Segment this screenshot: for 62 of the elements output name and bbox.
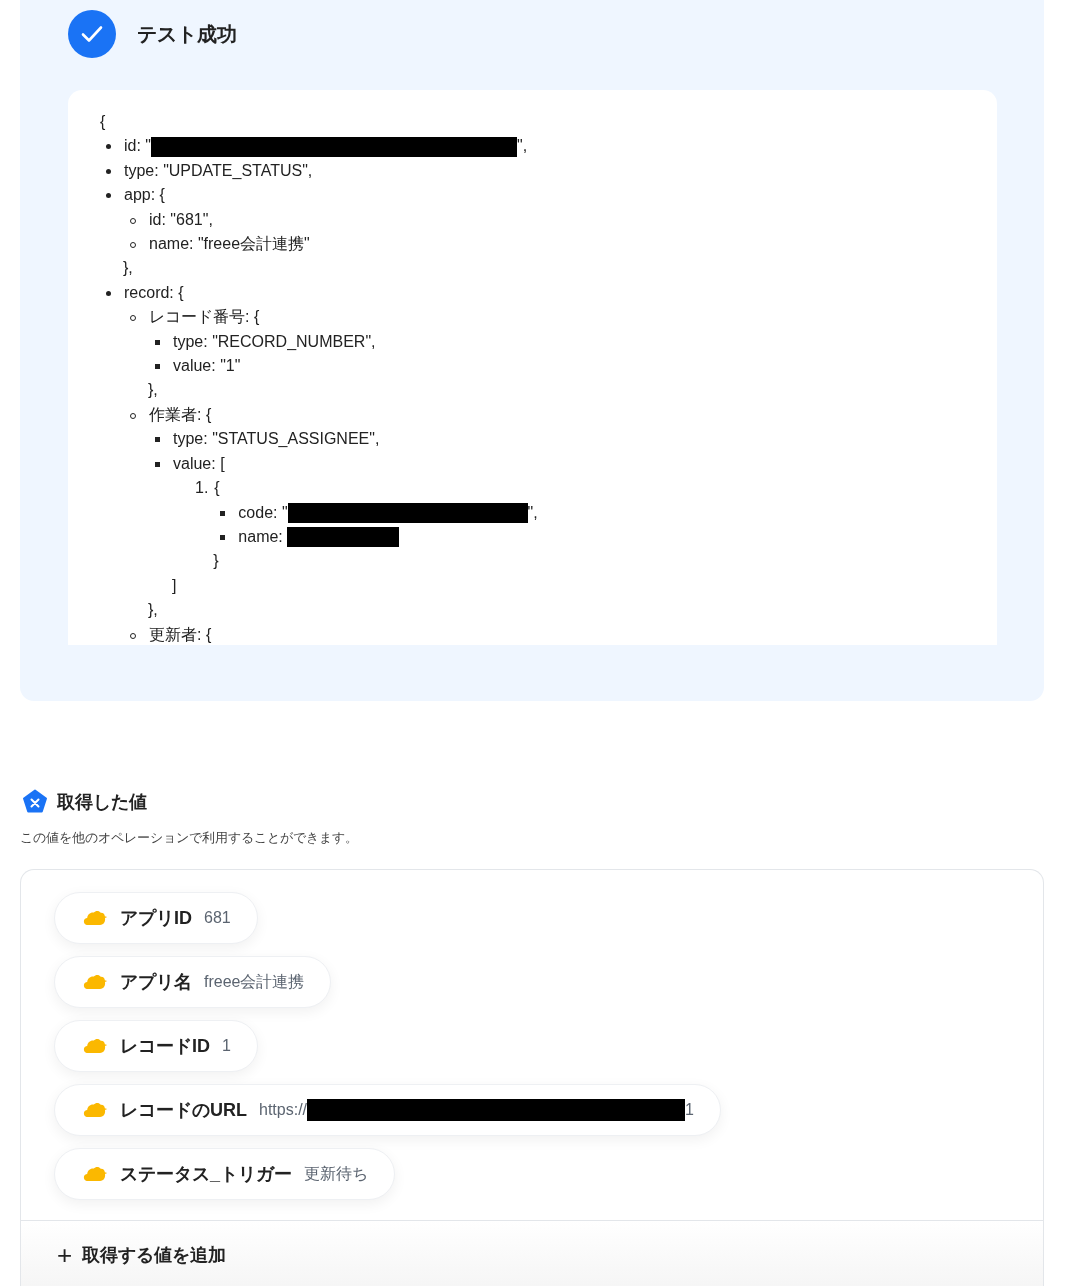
value-chip[interactable]: ステータス_トリガー 更新待ち <box>54 1148 395 1200</box>
code-line: app: { <box>124 185 165 206</box>
bullet-icon <box>155 364 160 370</box>
bullet-icon <box>155 461 160 467</box>
bullet-icon <box>106 290 111 296</box>
bullet-icon <box>106 168 111 174</box>
result-title: テスト成功 <box>137 21 237 47</box>
code-line: レコード番号: { <box>149 307 260 328</box>
code-line: { <box>214 478 220 499</box>
bullet-icon <box>155 437 160 443</box>
add-value-button[interactable]: + 取得する値を追加 <box>57 1243 227 1267</box>
code-line: ] <box>172 575 177 596</box>
code-line: name: "freee会計連携" <box>149 234 310 255</box>
code-line: } <box>213 551 219 572</box>
bullet-icon <box>155 339 160 345</box>
chip-value: https:// <box>259 1101 308 1119</box>
chip-label: アプリ名 <box>120 971 192 994</box>
value-chip[interactable]: レコードのURL https:// 1 <box>54 1084 721 1136</box>
code-line: value: "1" <box>173 356 241 377</box>
section-title: 取得した値 <box>57 791 147 814</box>
cloud-icon <box>82 972 108 992</box>
chip-label: アプリID <box>120 907 192 930</box>
cloud-icon <box>82 1100 108 1120</box>
code-line: id: "681", <box>149 209 213 230</box>
cloud-icon <box>82 1164 108 1184</box>
code-line: value: [ <box>173 453 225 474</box>
chip-value: freee会計連携 <box>204 971 305 992</box>
cloud-icon <box>82 908 108 928</box>
cloud-icon <box>82 1036 108 1056</box>
value-chip[interactable]: アプリ名 freee会計連携 <box>54 956 332 1008</box>
code-line: ", <box>527 502 538 523</box>
code-line: name: <box>238 526 284 547</box>
code-line: 作業者: { <box>149 404 212 425</box>
code-line: type: "STATUS_ASSIGNEE", <box>173 429 380 450</box>
chip-label: ステータス_トリガー <box>120 1163 292 1186</box>
bullet-icon <box>220 534 226 540</box>
list-number: 1. <box>195 478 209 499</box>
value-chip[interactable]: アプリID 681 <box>54 892 258 944</box>
chip-value: 1 <box>222 1037 231 1055</box>
code-line: ", <box>517 136 528 157</box>
chip-label: レコードのURL <box>120 1099 247 1122</box>
bullet-icon <box>106 144 111 150</box>
code-line: id: " <box>124 136 152 157</box>
chip-value: 更新待ち <box>304 1163 368 1184</box>
code-line: { <box>100 112 106 132</box>
code-line: 更新者: { <box>149 624 212 645</box>
code-line: }, <box>148 600 158 621</box>
bullet-icon <box>106 193 111 199</box>
value-chip[interactable]: レコードID 1 <box>54 1020 258 1072</box>
check-icon <box>68 10 116 58</box>
section-description: この値を他のオペレーションで利用することができます。 <box>20 829 359 847</box>
code-line: type: "RECORD_NUMBER", <box>173 331 376 352</box>
chip-label: レコードID <box>120 1035 210 1058</box>
bullet-icon <box>220 510 226 516</box>
code-line: type: "UPDATE_STATUS", <box>124 160 313 181</box>
code-line: }, <box>148 380 158 401</box>
pentagon-icon <box>22 789 48 815</box>
chip-value: 681 <box>204 909 231 927</box>
code-line: }, <box>123 258 133 279</box>
code-line: record: { <box>124 282 184 303</box>
chip-value: 1 <box>685 1101 694 1119</box>
code-line: code: " <box>238 502 288 523</box>
